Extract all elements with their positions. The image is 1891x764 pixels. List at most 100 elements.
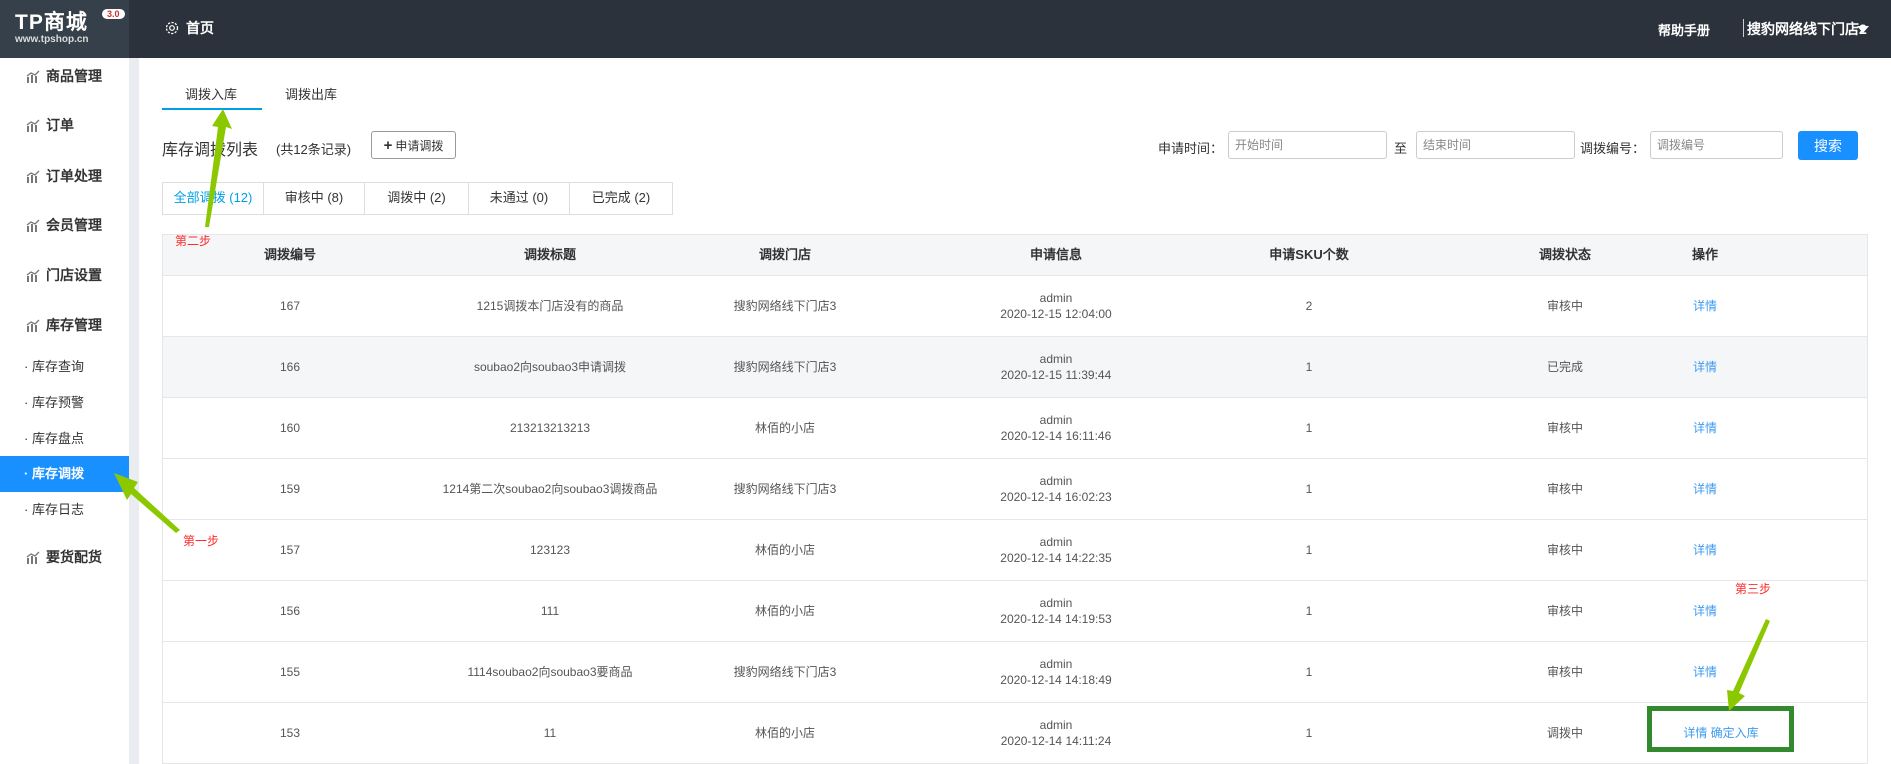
annotation-step3: 第三步 bbox=[1735, 582, 1772, 596]
start-time-input[interactable] bbox=[1228, 131, 1387, 159]
sidebar-item[interactable]: 订单处理 bbox=[26, 166, 102, 186]
apply-transfer-label: 申请调拨 bbox=[395, 138, 444, 153]
detail-link[interactable]: 详情 bbox=[1693, 482, 1717, 496]
sidebar-scrollbar[interactable] bbox=[129, 58, 139, 764]
cell-id: 160 bbox=[279, 421, 301, 435]
transfer-no-input[interactable] bbox=[1650, 131, 1783, 159]
cell-sku: 1 bbox=[1305, 360, 1313, 374]
cell-title: 1215调拨本门店没有的商品 bbox=[476, 299, 624, 313]
active-tab-underline bbox=[162, 108, 262, 110]
header-title: 调拨标题 bbox=[523, 247, 577, 262]
cell-apply-info: admin 2020-12-14 16:02:23 bbox=[1000, 473, 1111, 505]
end-time-input[interactable] bbox=[1416, 131, 1575, 159]
detail-link[interactable]: 详情 bbox=[1693, 665, 1717, 679]
sidebar-subitem[interactable]: · 库存调拨 bbox=[0, 456, 129, 492]
cell-status: 审核中 bbox=[1546, 665, 1584, 679]
cell-time: 2020-12-14 14:11:24 bbox=[1000, 734, 1112, 748]
sidebar-item[interactable]: 商品管理 bbox=[26, 66, 102, 86]
sidebar-subitem-label: 库存日志 bbox=[31, 502, 84, 517]
cell-time: 2020-12-14 14:19:53 bbox=[1000, 612, 1112, 626]
cell-store: 林佰的小店 bbox=[754, 726, 816, 740]
cell-sku: 1 bbox=[1305, 421, 1313, 435]
cell-store: 搜豹网络线下门店3 bbox=[733, 482, 837, 496]
table-row: 166 soubao2向soubao3申请调拨 搜豹网络线下门店3 admin 2020… bbox=[163, 337, 1867, 398]
cell-apply-info: admin 2020-12-14 14:18:49 bbox=[1000, 656, 1111, 688]
sidebar-item[interactable]: 库存管理 bbox=[26, 315, 102, 335]
header-status: 调拨状态 bbox=[1538, 247, 1592, 262]
status-tab-transferring[interactable]: 调拨中 (2) bbox=[365, 183, 469, 214]
cell-store: 搜豹网络线下门店3 bbox=[733, 299, 837, 313]
cell-user: admin bbox=[1039, 657, 1073, 671]
logo[interactable]: TP商城 3.0 www.tpshop.cn bbox=[0, 0, 129, 58]
divider bbox=[1743, 19, 1744, 37]
annotation-step1: 第一步 bbox=[183, 534, 220, 548]
detail-link[interactable]: 详情 bbox=[1693, 360, 1717, 374]
cell-store: 林佰的小店 bbox=[754, 543, 816, 557]
sidebar-subitem[interactable]: · 库存查询 bbox=[0, 349, 129, 385]
cell-title: 123123 bbox=[529, 543, 571, 557]
cell-apply-info: admin 2020-12-14 14:22:35 bbox=[1000, 534, 1111, 566]
status-tab-reviewing[interactable]: 审核中 (8) bbox=[264, 183, 365, 214]
cell-id: 153 bbox=[279, 726, 301, 740]
cell-title: 1214第二次soubao2向soubao3调拨商品 bbox=[442, 482, 658, 496]
cell-actions: 详情 bbox=[1693, 420, 1717, 436]
cell-time: 2020-12-15 11:39:44 bbox=[1000, 368, 1112, 382]
status-tab-completed[interactable]: 已完成 (2) bbox=[570, 183, 672, 214]
cell-user: admin bbox=[1039, 718, 1073, 732]
store-switcher[interactable]: 搜豹网络线下门店2 bbox=[1747, 19, 1867, 39]
apply-transfer-button[interactable]: + 申请调拨 bbox=[371, 131, 456, 159]
sidebar-subitem[interactable]: · 库存预警 bbox=[0, 385, 129, 421]
cell-id: 159 bbox=[279, 482, 301, 496]
chart-icon bbox=[26, 170, 40, 183]
sidebar-item-label: 会员管理 bbox=[46, 217, 102, 233]
cell-store: 林佰的小店 bbox=[754, 604, 816, 618]
cell-user: admin bbox=[1039, 291, 1073, 305]
cell-apply-info: admin 2020-12-14 16:11:46 bbox=[1001, 412, 1112, 444]
header-id: 调拨编号 bbox=[263, 247, 317, 262]
sidebar-item[interactable]: 要货配货 bbox=[26, 547, 102, 567]
cell-actions: 详情 bbox=[1693, 481, 1717, 497]
sidebar-item[interactable]: 订单 bbox=[26, 115, 74, 135]
cell-sku: 1 bbox=[1305, 543, 1313, 557]
bullet: · bbox=[24, 359, 32, 374]
sidebar-item[interactable]: 门店设置 bbox=[26, 265, 102, 285]
sidebar-item-label: 要货配货 bbox=[46, 549, 102, 565]
header-actions: 操作 bbox=[1691, 247, 1719, 262]
sidebar-item[interactable]: 会员管理 bbox=[26, 215, 102, 235]
tab-transfer-in[interactable]: 调拨入库 bbox=[185, 84, 237, 103]
cell-user: admin bbox=[1039, 352, 1073, 366]
table-row: 167 1215调拨本门店没有的商品 搜豹网络线下门店3 admin 2020-12-1… bbox=[163, 276, 1867, 337]
home-link[interactable]: 首页 bbox=[164, 18, 214, 38]
table-row: 153 11 林佰的小店 admin 2020-12-14 14:11:24 1 调拨中 详情… bbox=[163, 703, 1867, 764]
detail-link[interactable]: 详情 bbox=[1693, 604, 1717, 618]
cell-time: 2020-12-14 14:18:49 bbox=[1000, 673, 1112, 687]
cell-title: 1114soubao2向soubao3要商品 bbox=[467, 665, 633, 679]
cell-status: 调拨中 bbox=[1546, 726, 1584, 740]
bullet: · bbox=[24, 395, 32, 410]
sidebar-subitem-label: 库存调拨 bbox=[31, 466, 84, 481]
header-store: 调拨门店 bbox=[758, 247, 812, 262]
sidebar-item-label: 库存管理 bbox=[46, 317, 102, 333]
status-tab-rejected[interactable]: 未通过 (0) bbox=[469, 183, 570, 214]
caret-down-icon[interactable] bbox=[1857, 26, 1869, 33]
cell-title: 213213213213 bbox=[509, 421, 591, 435]
tab-transfer-out[interactable]: 调拨出库 bbox=[285, 84, 337, 103]
cell-status: 审核中 bbox=[1546, 482, 1584, 496]
cell-id: 157 bbox=[279, 543, 301, 557]
status-tabs: 全部调拨 (12) 审核中 (8) 调拨中 (2) 未通过 (0) 已完成 (2… bbox=[162, 182, 673, 215]
sidebar-subitem[interactable]: · 库存盘点 bbox=[0, 421, 129, 457]
cell-id: 155 bbox=[279, 665, 301, 679]
detail-link[interactable]: 详情 bbox=[1693, 299, 1717, 313]
cell-user: admin bbox=[1039, 535, 1073, 549]
help-manual-link[interactable]: 帮助手册 bbox=[1658, 20, 1710, 39]
cell-user: admin bbox=[1039, 413, 1073, 427]
table-header: 调拨编号 调拨标题 调拨门店 申请信息 申请SKU个数 调拨状态 操作 bbox=[163, 235, 1867, 276]
chart-icon bbox=[26, 319, 40, 332]
detail-link[interactable]: 详情 bbox=[1693, 421, 1717, 435]
status-tab-all[interactable]: 全部调拨 (12) bbox=[163, 183, 264, 214]
sidebar-subitem[interactable]: · 库存日志 bbox=[0, 492, 129, 528]
search-button[interactable]: 搜索 bbox=[1798, 131, 1858, 160]
detail-link[interactable]: 详情 bbox=[1693, 543, 1717, 557]
cell-sku: 2 bbox=[1305, 299, 1313, 313]
cell-status: 审核中 bbox=[1546, 543, 1584, 557]
